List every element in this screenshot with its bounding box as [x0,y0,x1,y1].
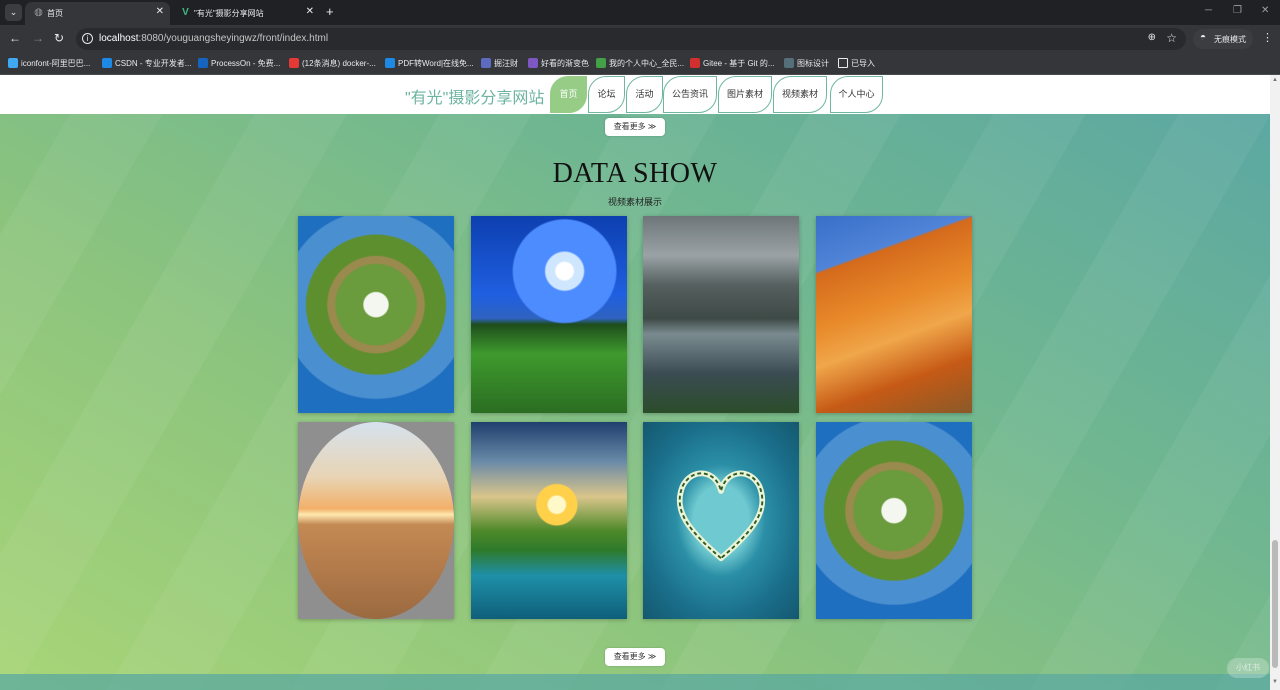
bookmark-star-icon[interactable]: ☆ [1166,31,1177,45]
gallery-item-lake-village[interactable] [643,216,799,413]
bookmarks-bar: iconfont-阿里巴巴... CSDN - 专业开发者... Process… [0,53,1280,75]
icon-design-icon [784,58,794,68]
scrollbar-thumb[interactable] [1272,540,1278,668]
browser-tab-bar: ⌄ ◍ 首页 ✕ V "有光"摄影分享网站 ✕ + ─ ❐ ✕ [0,0,1280,25]
minimize-icon[interactable]: ─ [1205,5,1212,16]
site-info-icon[interactable]: i [82,33,93,44]
tab-close-icon[interactable]: ✕ [156,6,164,17]
browser-menu-icon[interactable]: ⋮ [1262,31,1273,44]
browser-tab-site[interactable]: V "有光"摄影分享网站 ✕ [172,2,320,25]
section-subtitle: 视频素材展示 [607,197,662,207]
restore-icon[interactable]: ❐ [1233,5,1242,16]
incognito-label: 无痕模式 [1214,35,1246,44]
processon-icon [198,58,208,68]
watermark-badge: 小红书 [1227,658,1269,678]
section-title: DATA SHOW [552,158,718,189]
browser-tab-home[interactable]: ◍ 首页 ✕ [25,2,170,25]
footer-strip [0,674,1270,690]
nav-photo-materials[interactable]: 图片素材 [718,76,772,113]
gallery-item-mountain[interactable] [816,216,972,413]
gallery-item-planet-2[interactable] [816,422,972,619]
bookmark-item[interactable]: 图标设计 [784,58,829,70]
incognito-icon: ◓ [1200,32,1207,43]
scroll-down-arrow-icon[interactable]: ▼ [1272,679,1278,685]
gallery-item-valley-sunrise[interactable] [471,422,627,619]
browser-toolbar: ← → ↻ i localhost:8080/youguangsheyingwz… [0,25,1280,53]
csdn-c-icon [289,58,299,68]
globe-icon: ◍ [34,7,43,18]
tab-close-icon[interactable]: ✕ [306,6,314,17]
forward-arrow-icon[interactable]: → [32,31,44,45]
bookmark-folder[interactable]: 已导入 [838,58,875,70]
gallery-item-heart-island[interactable] [643,422,799,619]
zoom-icon[interactable]: ⊕ [1148,32,1156,43]
bookmark-item[interactable]: PDF转Word|在线免... [385,58,474,70]
nav-activity[interactable]: 活动 [626,76,663,113]
gitee-icon [690,58,700,68]
bookmark-item[interactable]: 我的个人中心_全民... [596,58,684,70]
bookmark-item[interactable]: iconfont-阿里巴巴... [8,58,90,70]
incognito-badge[interactable]: ◓ 无痕模式 [1193,29,1253,49]
bookmark-page-icon [481,58,491,68]
pdf-icon [385,58,395,68]
tab-search-chevron-icon[interactable]: ⌄ [5,4,22,21]
close-window-icon[interactable]: ✕ [1261,5,1269,16]
nav-home[interactable]: 首页 [550,76,587,113]
view-more-button-top[interactable]: 查看更多 ≫ [605,118,665,136]
nav-video-materials[interactable]: 视频素材 [773,76,827,113]
gallery-item-desert-sunset[interactable] [298,422,454,619]
page-scrollbar[interactable]: ▲ ▼ [1270,75,1280,690]
view-more-button-bottom[interactable]: 查看更多 ≫ [605,648,665,666]
nav-personal-center[interactable]: 个人中心 [830,76,883,113]
csdn-icon [102,58,112,68]
bookmark-item[interactable]: ProcessOn - 免费... [198,58,280,70]
gradient-icon [528,58,538,68]
reload-icon[interactable]: ↻ [54,31,64,45]
tab-title: "有光"摄影分享网站 [194,9,264,18]
gallery-item-planet[interactable] [298,216,454,413]
nav-forum[interactable]: 论坛 [588,76,625,113]
bookmark-item[interactable]: Gitee - 基于 Git 的... [690,58,775,70]
new-tab-icon[interactable]: + [326,4,334,19]
profile-icon [596,58,606,68]
back-arrow-icon[interactable]: ← [9,31,21,45]
gallery-item-moon-field[interactable] [471,216,627,413]
folder-icon [838,58,848,68]
bookmark-item[interactable]: CSDN - 专业开发者... [102,58,191,70]
scroll-up-arrow-icon[interactable]: ▲ [1272,77,1278,83]
vue-logo-icon: V [182,7,189,18]
bookmark-item[interactable]: 掘汪财 [481,58,518,70]
iconfont-icon [8,58,18,68]
nav-announcements[interactable]: 公告资讯 [663,76,717,113]
url-text: localhost:8080/youguangsheyingwz/front/i… [99,33,329,44]
address-bar[interactable]: i localhost:8080/youguangsheyingwz/front… [76,28,1186,50]
site-title: "有光"摄影分享网站 [405,90,545,107]
site-header: "有光"摄影分享网站 首页 论坛 活动 公告资讯 图片素材 视频素材 个人中心 [0,75,1270,114]
desert-oval-image [298,422,454,619]
bookmark-item[interactable]: (12条消息) docker-... [289,58,376,70]
heart-island-shape [676,470,766,562]
bookmark-item[interactable]: 好看的渐变色 [528,58,589,70]
tab-title: 首页 [47,9,63,18]
page-viewport: "有光"摄影分享网站 首页 论坛 活动 公告资讯 图片素材 视频素材 个人中心 … [0,75,1280,690]
